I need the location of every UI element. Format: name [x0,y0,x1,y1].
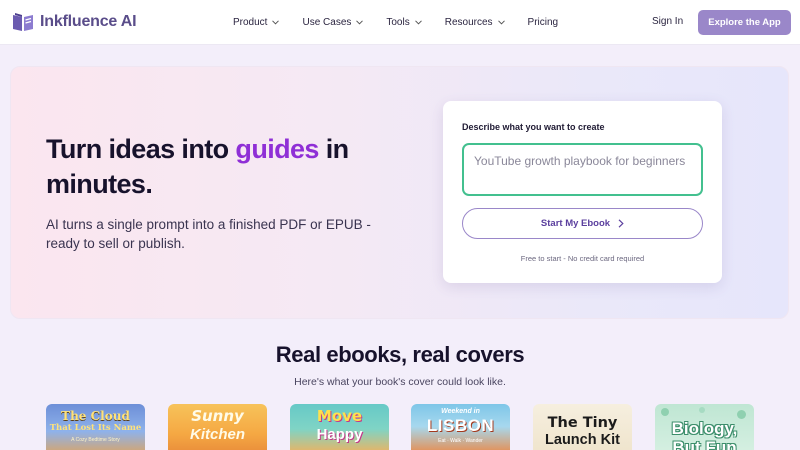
sign-in-link[interactable]: Sign In [652,16,683,27]
main-menu: Product Use Cases Tools Resources Pricin… [233,0,581,45]
hero-title-start: Turn ideas into [46,134,236,164]
book-cover[interactable]: Move Happy [290,404,389,450]
menu-item-use-cases[interactable]: Use Cases [302,17,364,28]
decor-dot [737,410,746,419]
chevron-down-icon [356,20,364,25]
menu-item-tools[interactable]: Tools [386,17,422,28]
book-cover[interactable]: The Tiny Launch Kit [533,404,632,450]
cover-subtitle: Happy [316,426,363,443]
menu-item-product[interactable]: Product [233,17,280,28]
menu-label: Tools [386,17,410,28]
start-ebook-label: Start My Ebook [540,218,611,229]
prompt-label: Describe what you want to create [462,122,605,132]
menu-item-resources[interactable]: Resources [445,17,505,28]
start-ebook-button[interactable]: Start My Ebook [462,208,703,239]
cover-subtitle: That Lost Its Name [49,423,142,433]
cover-title: Move [316,407,363,425]
menu-label: Use Cases [302,17,352,28]
cover-tag: Eat · Walk · Wander [438,438,483,444]
top-nav: Inkfluence AI Product Use Cases Tools Re… [0,0,800,45]
cover-kicker: Weekend in [441,408,480,415]
brand-logo[interactable]: Inkfluence AI [12,12,137,32]
prompt-card: Describe what you want to create Start M… [443,101,722,283]
book-cover[interactable]: Sunny Kitchen [168,404,267,450]
explore-app-button[interactable]: Explore the App [698,10,791,35]
brand-name: Inkfluence AI [40,13,137,30]
book-logo-icon [13,13,33,31]
chevron-right-icon [618,219,624,228]
cover-title: The Tiny [547,415,618,431]
menu-item-pricing[interactable]: Pricing [528,17,559,28]
cover-subtitle: Kitchen [189,426,245,443]
hero-subtitle: AI turns a single prompt into a finished… [46,217,371,251]
decor-dot [661,408,669,416]
chevron-down-icon [414,20,422,25]
cover-tag: A Cozy Bedtime Story [71,437,120,443]
chevron-down-icon [272,20,280,25]
cover-subtitle: But Fun [672,438,737,450]
hero-title-accent: guides [235,134,319,164]
prompt-input[interactable] [462,143,703,196]
menu-label: Product [233,17,268,28]
book-cover[interactable]: Biology, But Fun [655,404,754,450]
hero-title: Turn ideas into guides in minutes. [46,132,386,202]
menu-label: Pricing [527,17,559,28]
showcase-subtitle: Here's what your book's cover could look… [294,376,506,388]
menu-label: Resources [444,17,493,28]
book-cover[interactable]: Weekend in LISBON Eat · Walk · Wander [411,404,510,450]
cover-title: LISBON [426,416,495,435]
decor-dot [699,407,705,413]
cover-gallery: The Cloud That Lost Its Name A Cozy Bedt… [0,404,800,450]
free-note: Free to start - No credit card required [520,254,645,263]
cover-title: The Cloud [61,409,130,423]
cover-subtitle: Launch Kit [545,432,620,448]
chevron-down-icon [497,20,505,25]
showcase-title: Real ebooks, real covers [275,342,525,367]
book-cover[interactable]: The Cloud That Lost Its Name A Cozy Bedt… [46,404,145,450]
cover-title: Biology, [671,419,738,438]
cover-title: Sunny [191,407,244,425]
